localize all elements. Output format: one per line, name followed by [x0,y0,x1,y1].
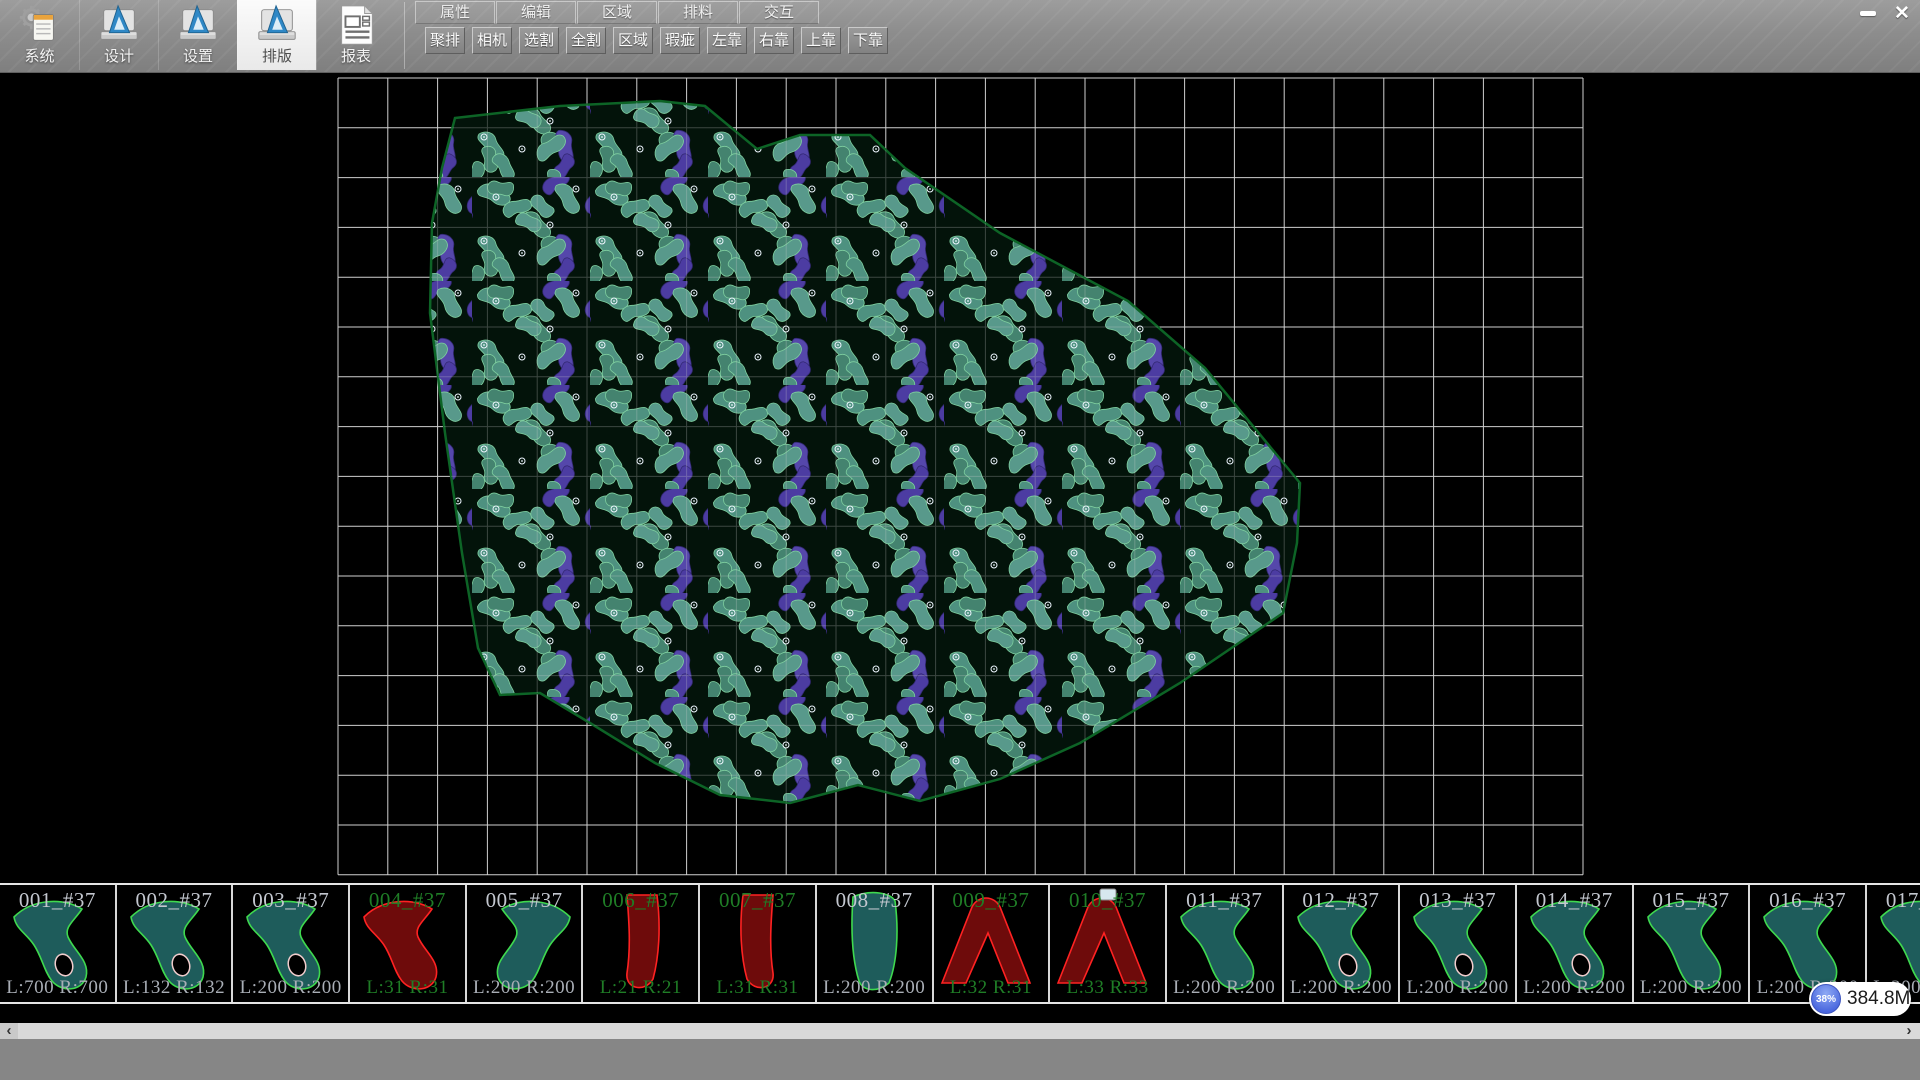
piece-thumbnail-3[interactable]: 003_#37 L:200 R:200 [233,885,350,1002]
scroll-left-button[interactable]: ‹ [0,1023,18,1039]
horizontal-scrollbar[interactable]: ‹ › [0,1023,1920,1039]
tool-button-5[interactable]: 区域 [613,27,653,54]
piece-count-label: L:31 R:31 [700,977,815,999]
piece-count-label: L:132 R:132 [117,977,232,999]
piece-name-label: 006_#37 [583,888,698,913]
piece-count-label: L:200 R:200 [467,977,582,999]
progress-percent-badge: 38% [1811,984,1841,1014]
report-document-icon [333,2,379,48]
toolbar-button-label: 系统 [24,48,54,66]
piece-thumbnail-10[interactable]: 010_#37 L:33 R:33 [1050,885,1167,1002]
main-icon-toolbar: 系统 设计 设置 排版 报表 [0,0,395,70]
piece-count-label: L:21 R:21 [583,977,698,999]
nesting-canvas-svg [0,73,1920,883]
toolbar-button-5[interactable]: 报表 [316,0,395,70]
piece-thumbnail-8[interactable]: 008_#37 L:200 R:200 [817,885,934,1002]
tool-button-3[interactable]: 选割 [519,27,559,54]
piece-name-label: 008_#37 [817,888,932,913]
tool-button-10[interactable]: 下靠 [848,27,888,54]
toolbar-button-1[interactable]: 系统 [0,0,79,70]
piece-name-label: 011_#37 [1167,888,1282,913]
piece-name-label: 010_#37 [1050,888,1165,913]
piece-thumbnail-15[interactable]: 015_#37 L:200 R:200 [1634,885,1751,1002]
menu-area: 属性编辑区域排料交互 聚排相机选割全割区域瑕疵左靠右靠上靠下靠 [410,0,1850,73]
tool-button-1[interactable]: 聚排 [425,27,465,54]
piece-count-label: L:33 R:33 [1050,977,1165,999]
memory-usage-label: 384.8M [1847,982,1910,1016]
piece-thumbnail-4[interactable]: 004_#37 L:31 R:31 [350,885,467,1002]
piece-name-label: 015_#37 [1634,888,1749,913]
piece-name-label: 001_#37 [0,888,115,913]
piece-count-label: L:200 R:200 [1400,977,1515,999]
app-window: 系统 设计 设置 排版 报表 属性编辑区域排料交互 聚排相机选割全割区域瑕疵左靠… [0,0,1920,1080]
piece-thumbnail-6[interactable]: 006_#37 L:21 R:21 [583,885,700,1002]
piece-thumbnail-13[interactable]: 013_#37 L:200 R:200 [1400,885,1517,1002]
tool-button-4[interactable]: 全割 [566,27,606,54]
menu-tab-1[interactable]: 属性 [415,1,495,24]
toolbar-button-3[interactable]: 设置 [158,0,237,70]
piece-name-label: 017_#37 [1867,888,1920,913]
piece-name-label: 007_#37 [700,888,815,913]
toolbar-button-label: 排版 [262,48,292,66]
piece-name-label: 003_#37 [233,888,348,913]
piece-name-label: 016_#37 [1750,888,1865,913]
toolbar-button-label: 设置 [183,48,213,66]
tool-button-bar: 聚排相机选割全割区域瑕疵左靠右靠上靠下靠 [425,27,888,55]
piece-thumbnail-11[interactable]: 011_#37 L:200 R:200 [1167,885,1284,1002]
design-ruler-icon [96,2,142,48]
piece-name-label: 005_#37 [467,888,582,913]
piece-count-label: L:200 R:200 [233,977,348,999]
window-controls: ✕ [1854,3,1916,23]
tool-button-2[interactable]: 相机 [472,27,512,54]
piece-count-label: L:700 R:700 [0,977,115,999]
piece-count-label: L:200 R:200 [1167,977,1282,999]
nesting-canvas[interactable] [0,73,1920,883]
menu-tab-bar: 属性编辑区域排料交互 [415,1,820,25]
toolbar-button-label: 报表 [341,48,371,66]
piece-thumbnail-12[interactable]: 012_#37 L:200 R:200 [1284,885,1401,1002]
piece-thumbnail-2[interactable]: 002_#37 L:132 R:132 [117,885,234,1002]
piece-name-label: 012_#37 [1284,888,1399,913]
minimize-icon [1860,11,1876,16]
piece-thumbnail-9[interactable]: 009_#37 L:32 R:31 [934,885,1051,1002]
piece-count-label: L:32 R:31 [934,977,1049,999]
piece-name-label: 014_#37 [1517,888,1632,913]
piece-count-label: L:200 R:200 [1634,977,1749,999]
system-gear-icon [17,2,63,48]
tool-button-8[interactable]: 右靠 [754,27,794,54]
toolbar-button-4[interactable]: 排版 [237,0,316,70]
leather-hide-shape[interactable] [430,101,1300,803]
piece-thumbnail-1[interactable]: 001_#37 L:700 R:700 [0,885,117,1002]
toolbar-button-label: 设计 [104,48,134,66]
menu-tab-5[interactable]: 交互 [739,1,819,24]
piece-count-label: L:200 R:200 [1517,977,1632,999]
piece-name-label: 002_#37 [117,888,232,913]
tool-button-7[interactable]: 左靠 [707,27,747,54]
piece-thumbnail-7[interactable]: 007_#37 L:31 R:31 [700,885,817,1002]
close-button[interactable]: ✕ [1888,3,1916,23]
nesting-ruler-icon [254,2,300,48]
menu-tab-4[interactable]: 排料 [658,1,738,24]
tool-button-6[interactable]: 瑕疵 [660,27,700,54]
tool-button-9[interactable]: 上靠 [801,27,841,54]
toolbar-button-2[interactable]: 设计 [79,0,158,70]
piece-name-label: 004_#37 [350,888,465,913]
piece-thumbnail-5[interactable]: 005_#37 L:200 R:200 [467,885,584,1002]
piece-name-label: 009_#37 [934,888,1049,913]
scroll-right-button[interactable]: › [1900,1023,1918,1039]
piece-count-label: L:31 R:31 [350,977,465,999]
menu-tab-2[interactable]: 编辑 [496,1,576,24]
settings-ruler-icon [175,2,221,48]
piece-count-label: L:200 R:200 [1284,977,1399,999]
status-band [0,1039,1920,1080]
piece-count-label: L:200 R:200 [817,977,932,999]
piece-thumbnail-14[interactable]: 014_#37 L:200 R:200 [1517,885,1634,1002]
minimize-button[interactable] [1854,3,1882,23]
progress-indicator: 38% 384.8M [1809,982,1911,1016]
piece-name-label: 013_#37 [1400,888,1515,913]
top-toolbar: 系统 设计 设置 排版 报表 属性编辑区域排料交互 聚排相机选割全割区域瑕疵左靠… [0,0,1920,73]
menu-tab-3[interactable]: 区域 [577,1,657,24]
piece-list: 001_#37 L:700 R:700 002_#37 L:132 R:132 … [0,883,1920,1004]
